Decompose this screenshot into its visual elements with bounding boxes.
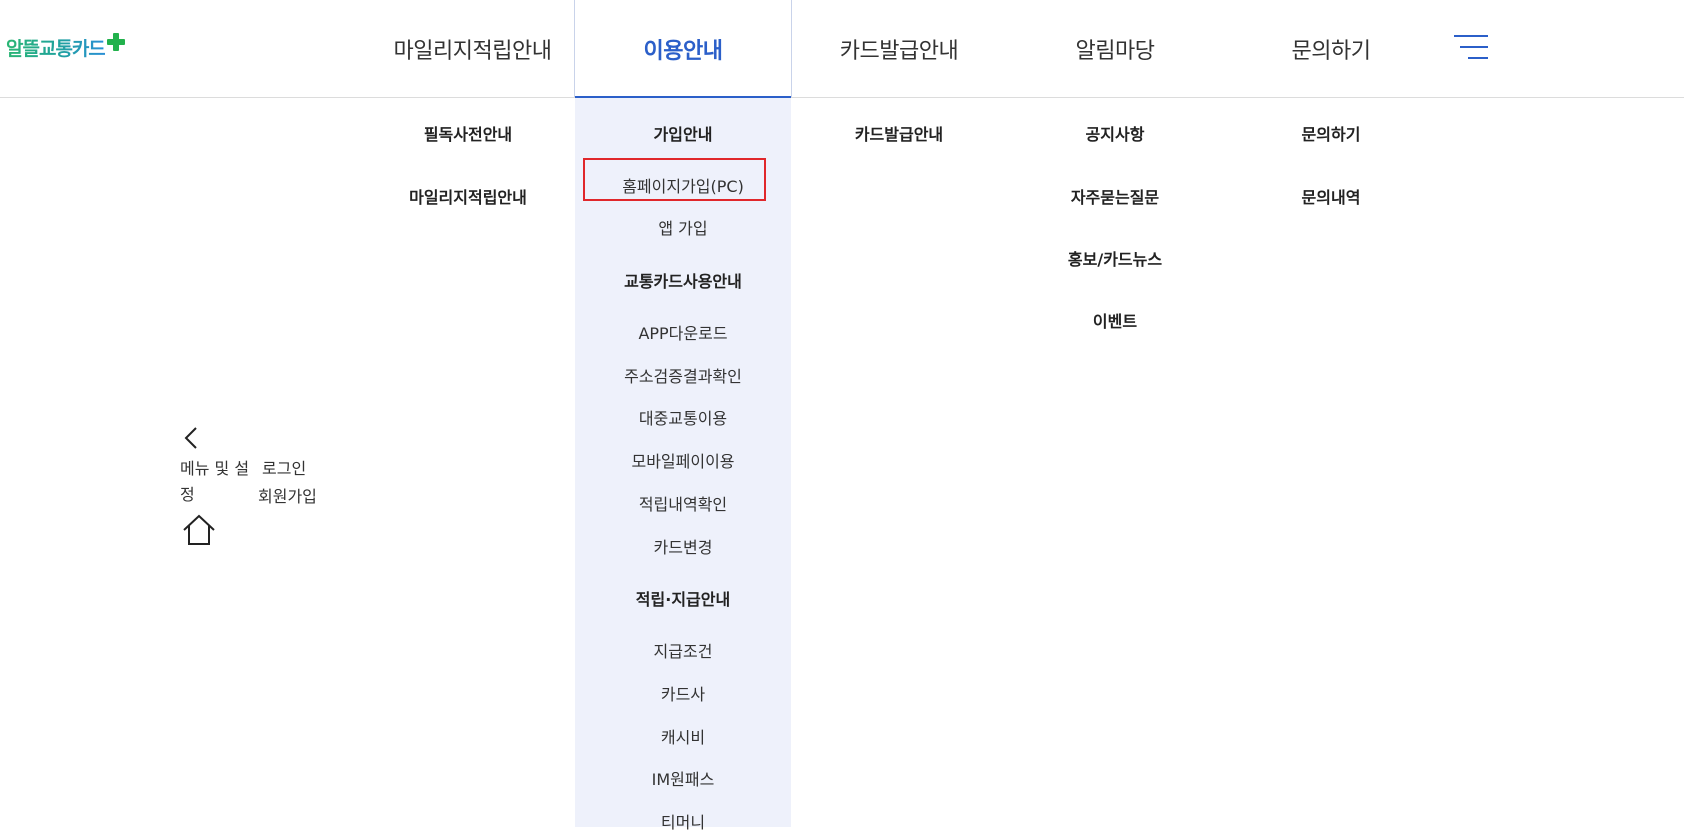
- hamburger-menu-icon[interactable]: [1452, 35, 1488, 61]
- global-header: 알뜰교통카드 마일리지적립안내 이용안내 카드발급안내 알림마당 문의하기: [0, 0, 1684, 99]
- back-chevron-icon[interactable]: [182, 425, 202, 451]
- menu-item-must-read[interactable]: 필독사전안내: [360, 121, 576, 145]
- menu-item-im-onepass[interactable]: IM원패스: [575, 766, 791, 790]
- logo-plus-icon: [106, 32, 125, 51]
- menu-item-app-signup[interactable]: 앱 가입: [575, 215, 791, 239]
- home-icon[interactable]: [182, 513, 216, 547]
- gnb-inquiry[interactable]: 문의하기: [1223, 0, 1439, 97]
- menu-item-card-company[interactable]: 카드사: [575, 681, 791, 705]
- menu-item-cashbee[interactable]: 캐시비: [575, 724, 791, 748]
- menu-item-public-transit[interactable]: 대중교통이용: [575, 405, 791, 429]
- menu-item-points-history[interactable]: 적립내역확인: [575, 491, 791, 515]
- menu-item-inquiry-history[interactable]: 문의내역: [1223, 184, 1439, 208]
- menu-item-inquiry[interactable]: 문의하기: [1223, 121, 1439, 145]
- menu-item-address-check[interactable]: 주소검증결과확인: [575, 363, 791, 387]
- menu-item-card-change[interactable]: 카드변경: [575, 534, 791, 558]
- menu-item-card-issue[interactable]: 카드발급안내: [791, 121, 1007, 145]
- menu-item-card-news[interactable]: 홍보/카드뉴스: [1007, 246, 1223, 270]
- gnb-card-issue[interactable]: 카드발급안내: [791, 0, 1007, 97]
- menu-item-mobile-pay[interactable]: 모바일페이이용: [575, 448, 791, 472]
- menu-item-tmoney[interactable]: 티머니: [575, 809, 791, 833]
- gnb-usage-guide[interactable]: 이용안내: [574, 0, 792, 99]
- site-logo[interactable]: 알뜰교통카드: [6, 32, 125, 61]
- menu-group-card-usage[interactable]: 교통카드사용안내: [575, 268, 791, 292]
- logo-text: 알뜰교통카드: [6, 34, 106, 61]
- menu-settings-label[interactable]: 메뉴 및 설: [180, 455, 249, 483]
- gnb-notice-board[interactable]: 알림마당: [1007, 0, 1223, 97]
- login-link[interactable]: 로그인: [262, 455, 306, 483]
- menu-item-notices[interactable]: 공지사항: [1007, 121, 1223, 145]
- menu-item-faq[interactable]: 자주묻는질문: [1007, 184, 1223, 208]
- menu-item-mileage-guide[interactable]: 마일리지적립안내: [360, 184, 576, 208]
- signup-link[interactable]: 회원가입: [258, 483, 317, 511]
- menu-item-app-download[interactable]: APP다운로드: [575, 320, 791, 344]
- menu-item-events[interactable]: 이벤트: [1007, 308, 1223, 332]
- menu-item-web-signup[interactable]: 홈페이지가입(PC): [575, 173, 791, 197]
- menu-group-signup[interactable]: 가입안내: [575, 121, 791, 145]
- menu-group-accrual[interactable]: 적립·지급안내: [575, 586, 791, 610]
- menu-item-payment-conditions[interactable]: 지급조건: [575, 638, 791, 662]
- menu-settings-label-cont[interactable]: 정: [180, 481, 195, 509]
- gnb-mileage[interactable]: 마일리지적립안내: [370, 0, 575, 97]
